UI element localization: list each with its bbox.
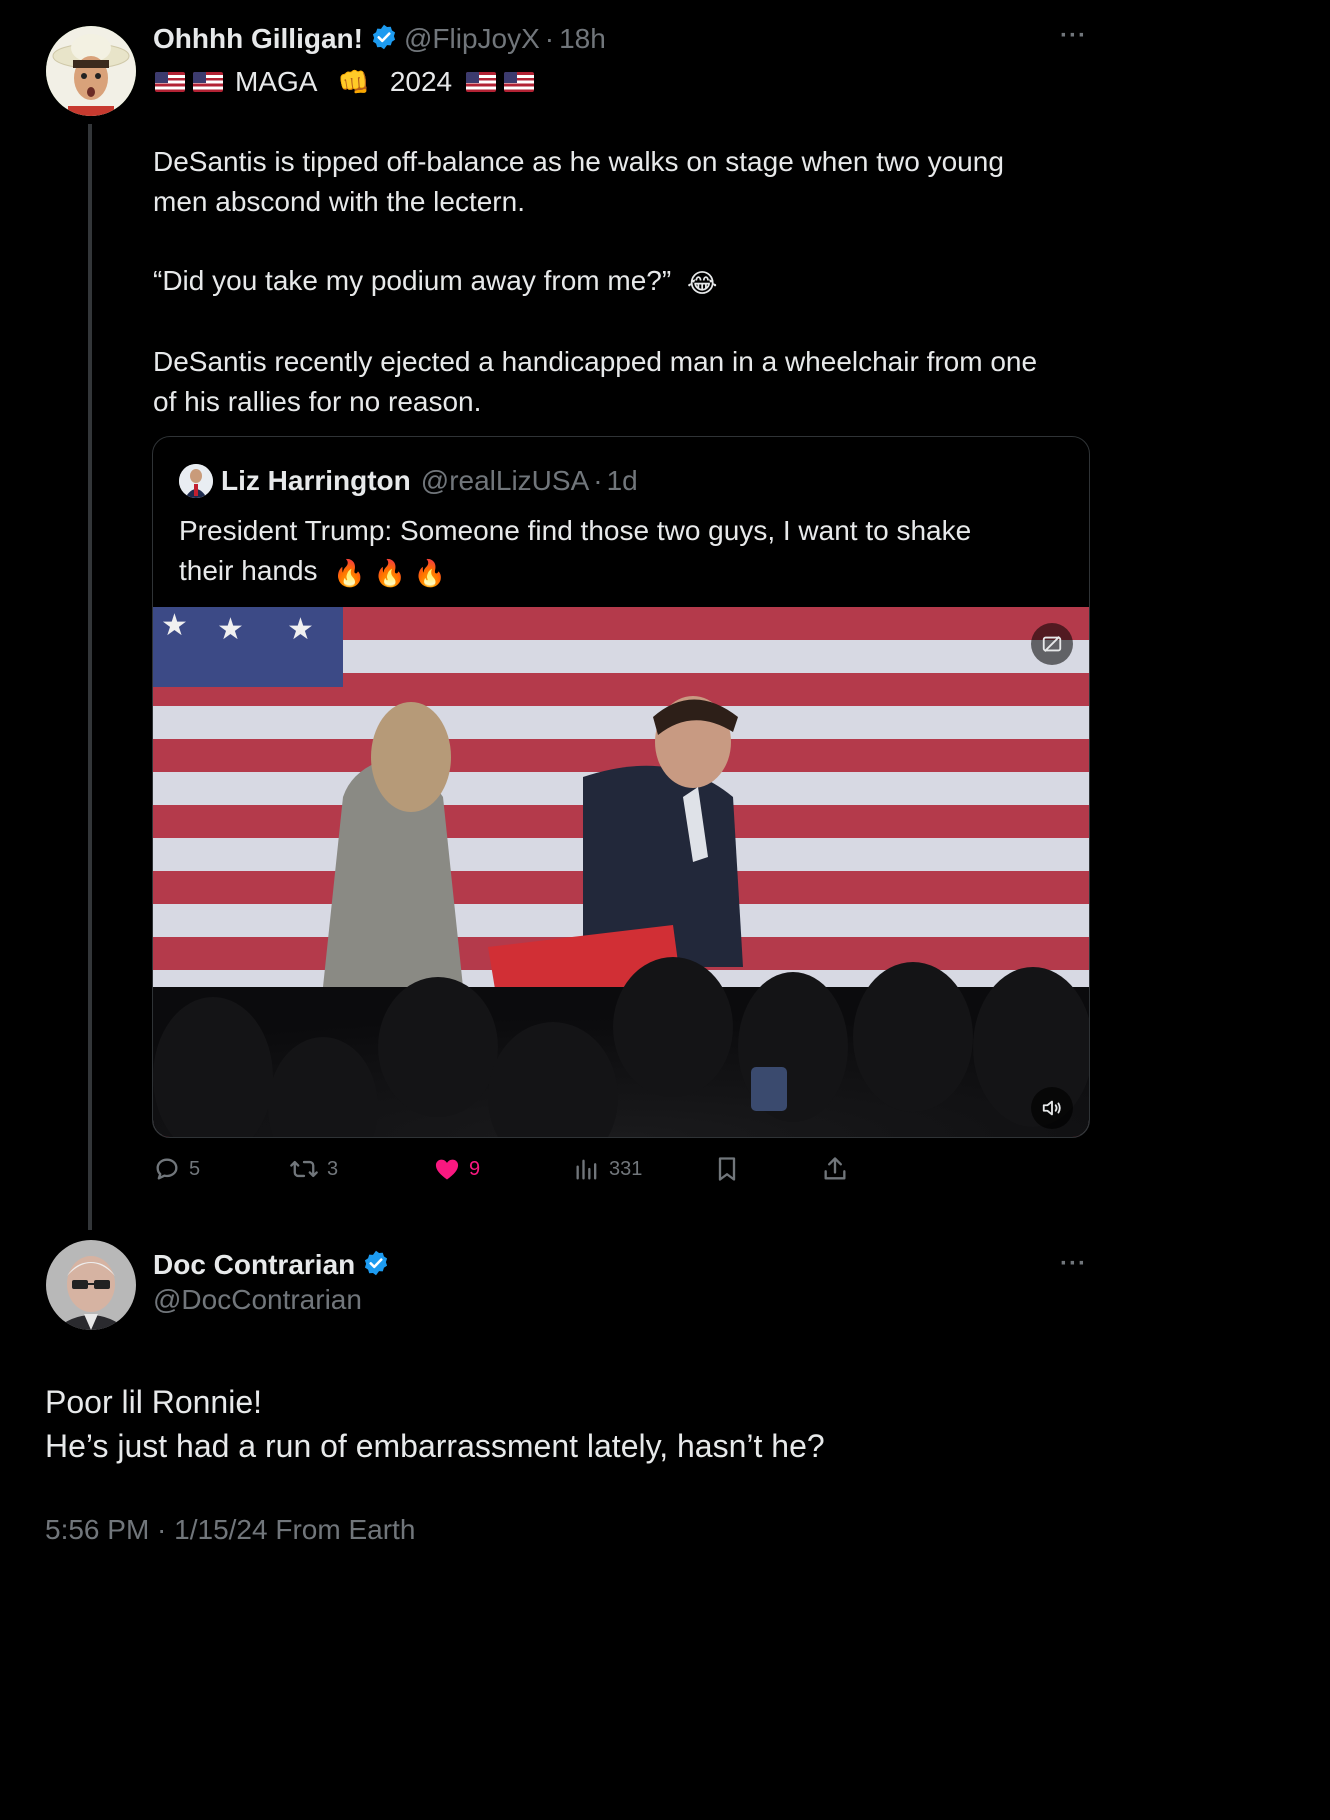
bio-maga: MAGA bbox=[235, 66, 318, 97]
views-button[interactable]: 331 bbox=[573, 1155, 642, 1183]
quoted-tweet-card[interactable]: Liz Harrington @realLizUSA · 1d Presiden… bbox=[152, 436, 1090, 1138]
fire-emoji: 🔥 bbox=[413, 557, 447, 588]
quoted-author-name[interactable]: Liz Harrington bbox=[221, 465, 411, 497]
reply-text-line: He’s just had a run of embarrassment lat… bbox=[45, 1428, 825, 1464]
like-icon bbox=[435, 1159, 459, 1180]
quoted-text-line: President Trump: Someone find those two … bbox=[179, 515, 972, 546]
more-icon[interactable]: ··· bbox=[1060, 1250, 1087, 1278]
share-button[interactable] bbox=[821, 1155, 849, 1183]
svg-text:★: ★ bbox=[161, 608, 188, 643]
reply-author-name[interactable]: Doc Contrarian bbox=[153, 1249, 355, 1281]
us-flag-icon bbox=[504, 72, 535, 92]
quoted-body: President Trump: Someone find those two … bbox=[179, 511, 1079, 593]
avatar-image bbox=[46, 1240, 136, 1330]
svg-text:★: ★ bbox=[217, 612, 244, 647]
fire-emoji: 🔥 bbox=[373, 557, 406, 588]
share-icon bbox=[824, 1157, 846, 1180]
quoted-author-handle[interactable]: @realLizUSA bbox=[421, 465, 589, 497]
reply-icon bbox=[156, 1158, 178, 1180]
svg-text:★: ★ bbox=[287, 612, 314, 647]
thread-connector bbox=[88, 124, 92, 1230]
quoted-text-line: their hands 🔥 🔥 🔥 bbox=[179, 551, 1079, 593]
views-icon bbox=[576, 1159, 597, 1180]
tweet-header: Ohhhh Gilligan! @FlipJoyX · 18h bbox=[153, 20, 606, 58]
quoted-avatar[interactable] bbox=[179, 464, 213, 498]
tweet-text-line: men abscond with the lectern. bbox=[153, 186, 525, 217]
tweet-text-line: DeSantis is tipped off-balance as he wal… bbox=[153, 146, 1004, 177]
video-player[interactable]: ★ ★ ★ bbox=[153, 607, 1089, 1137]
bio-line: MAGA 👊 2024 bbox=[155, 62, 535, 102]
avatar-gilligan[interactable] bbox=[46, 26, 136, 116]
tweet-author-name[interactable]: Ohhhh Gilligan! bbox=[153, 23, 363, 55]
bookmark-icon bbox=[718, 1157, 736, 1181]
laugh-emoji: 😂 bbox=[686, 267, 718, 298]
us-flag-icon bbox=[466, 72, 497, 92]
repost-button[interactable]: 3 bbox=[289, 1155, 338, 1183]
like-count: 9 bbox=[469, 1157, 481, 1180]
fire-emoji: 🔥 bbox=[333, 557, 366, 588]
tweet-body: DeSantis is tipped off-balance as he wal… bbox=[153, 142, 1093, 422]
tweet-quote-text: “Did you take my podium away from me?” bbox=[153, 265, 672, 296]
reply-timestamp[interactable]: 5:56 PM · 1/15/24 From Earth bbox=[45, 1514, 415, 1546]
volume-icon[interactable] bbox=[1031, 1087, 1073, 1129]
reply-count: 5 bbox=[189, 1157, 201, 1180]
bio-year: 2024 bbox=[389, 66, 453, 97]
fist-emoji: 👊 bbox=[337, 66, 370, 97]
views-count: 331 bbox=[609, 1157, 643, 1180]
tweet-author-handle[interactable]: @FlipJoyX bbox=[404, 23, 540, 55]
media-settings-icon[interactable] bbox=[1031, 623, 1073, 665]
us-flag-icon bbox=[155, 72, 185, 92]
verified-icon bbox=[370, 23, 398, 56]
quoted-time: 1d bbox=[606, 465, 638, 496]
more-icon[interactable]: ··· bbox=[1060, 22, 1087, 50]
tweet-time[interactable]: 18h bbox=[559, 23, 606, 55]
repost-icon bbox=[290, 1160, 318, 1178]
quoted-header: Liz Harrington @realLizUSA · 1d bbox=[179, 463, 638, 499]
repost-count: 3 bbox=[327, 1157, 339, 1180]
quoted-text-end: their hands bbox=[179, 555, 318, 586]
video-frame: ★ ★ ★ bbox=[153, 607, 1089, 1137]
avatar-doc-contrarian[interactable] bbox=[46, 1240, 136, 1330]
separator-dot: · bbox=[593, 465, 603, 496]
us-flag-icon bbox=[193, 72, 223, 92]
reply-author-handle[interactable]: @DocContrarian bbox=[153, 1284, 362, 1316]
reply-text-line: Poor lil Ronnie! bbox=[45, 1384, 262, 1420]
reply-header: Doc Contrarian bbox=[153, 1246, 390, 1284]
verified-icon bbox=[362, 1249, 390, 1282]
tweet-quote-line: “Did you take my podium away from me?” 😂 bbox=[153, 261, 1093, 303]
reply-body: Poor lil Ronnie! He’s just had a run of … bbox=[45, 1380, 1105, 1468]
bookmark-button[interactable] bbox=[713, 1155, 741, 1183]
like-button[interactable]: 9 bbox=[433, 1155, 480, 1183]
separator-dot: · bbox=[544, 23, 555, 54]
tweet-text-line: DeSantis recently ejected a handicapped … bbox=[153, 345, 1038, 377]
tweet-action-bar: 5 3 9 331 bbox=[153, 1155, 853, 1187]
avatar-image bbox=[46, 26, 136, 116]
reply-button[interactable]: 5 bbox=[153, 1155, 200, 1183]
tweet-text-line: of his rallies for no reason. bbox=[153, 385, 482, 417]
